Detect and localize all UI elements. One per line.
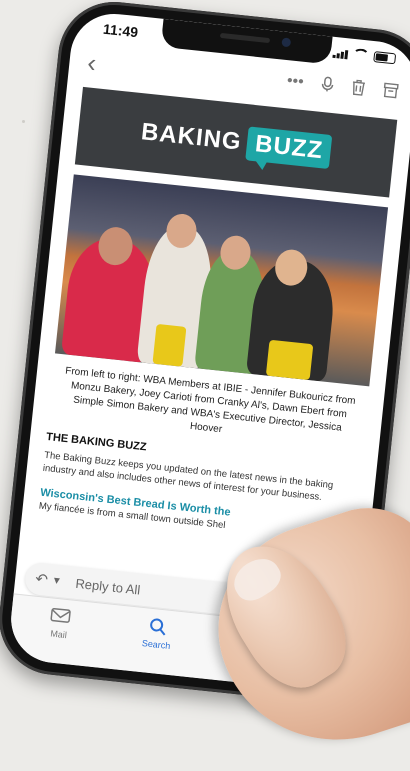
banner-word-buzz: BUZZ — [245, 126, 333, 170]
speaker-grille — [219, 32, 271, 44]
status-icons — [332, 46, 397, 66]
microphone-icon[interactable] — [320, 76, 334, 98]
photo-bag — [152, 323, 187, 367]
chevron-down-icon[interactable]: ▼ — [51, 575, 62, 587]
photo-bag — [265, 339, 314, 381]
front-camera — [281, 37, 292, 48]
archive-icon[interactable] — [382, 82, 399, 104]
reply-all-icon[interactable]: ↶ — [34, 570, 48, 589]
tab-mail-label: Mail — [49, 628, 68, 641]
background-speck — [22, 120, 25, 123]
tab-search[interactable]: Search — [121, 614, 194, 653]
tab-mail[interactable]: Mail — [23, 604, 96, 643]
tab-search-label: Search — [141, 638, 171, 652]
battery-icon — [373, 51, 397, 65]
more-icon[interactable]: ••• — [286, 72, 304, 95]
thumbnail-nail — [226, 550, 287, 607]
trash-icon[interactable] — [350, 79, 366, 101]
wifi-icon — [352, 47, 370, 63]
event-photo — [54, 174, 389, 387]
banner-word-baking: BAKING — [139, 118, 243, 156]
toolbar-actions: ••• — [286, 72, 399, 105]
signal-icon — [332, 47, 349, 59]
status-time: 11:49 — [102, 20, 139, 41]
email-content: BAKING BUZZ From left to right: WBA Memb… — [38, 86, 398, 545]
back-chevron-icon[interactable]: ‹ — [86, 47, 98, 79]
